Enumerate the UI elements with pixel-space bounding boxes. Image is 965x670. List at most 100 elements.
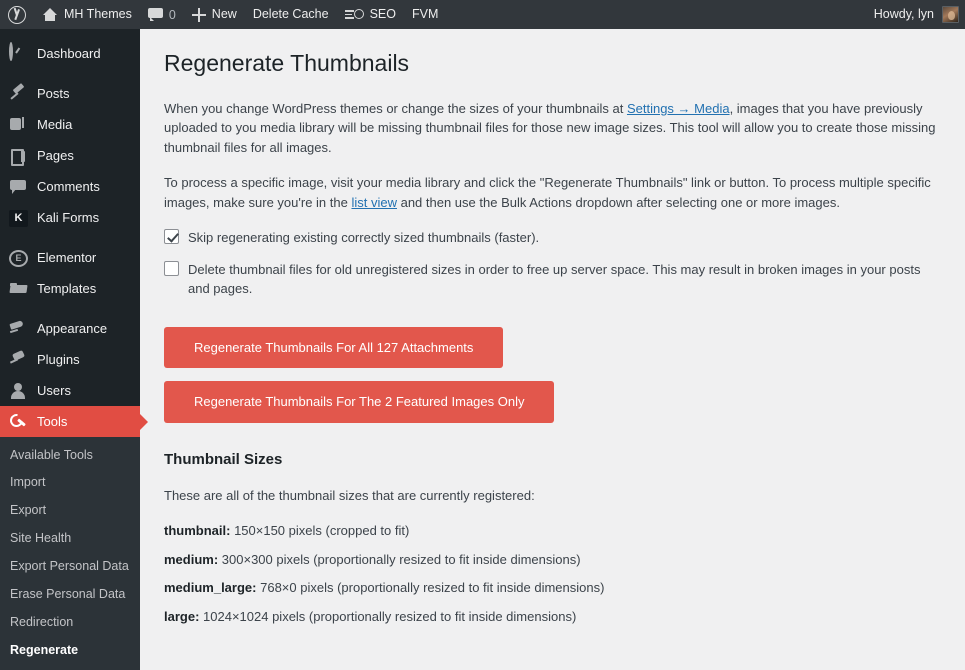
sidebar-item-templates[interactable]: Templates: [0, 273, 140, 304]
elementor-icon: E: [9, 249, 28, 267]
sidebar-item-pages[interactable]: Pages: [0, 140, 140, 171]
size-name: large:: [164, 608, 200, 624]
delete-old-option-row[interactable]: Delete thumbnail files for old unregiste…: [164, 260, 943, 299]
action-buttons: Regenerate Thumbnails For All 127 Attach…: [164, 311, 943, 424]
skip-existing-option-row[interactable]: Skip regenerating existing correctly siz…: [164, 228, 943, 248]
delete-old-label: Delete thumbnail files for old unregiste…: [188, 261, 921, 297]
instructions-text-2: and then use the Bulk Actions dropdown a…: [396, 194, 840, 210]
pin-icon: [9, 84, 28, 103]
kali-forms-icon: K: [9, 209, 28, 227]
delete-cache-button[interactable]: Delete Cache: [245, 0, 337, 29]
submenu-item-available-tools[interactable]: Available Tools: [0, 441, 140, 469]
submenu-item-site-health[interactable]: Site Health: [0, 525, 140, 553]
my-account-menu[interactable]: Howdy, lyn: [866, 0, 965, 29]
fvm-label: FVM: [411, 7, 439, 21]
site-name-label: MH Themes: [64, 7, 132, 21]
plugins-icon: [9, 350, 28, 369]
tools-submenu: Available Tools Import Export Site Healt…: [0, 437, 140, 670]
skip-existing-label: Skip regenerating existing correctly siz…: [188, 230, 540, 246]
sidebar-item-label: Templates: [37, 281, 97, 296]
wp-logo-menu[interactable]: [0, 0, 34, 29]
fvm-menu[interactable]: FVM: [404, 0, 446, 29]
comment-icon: [9, 177, 28, 196]
sidebar-item-elementor[interactable]: E Elementor: [0, 242, 140, 273]
sidebar-item-label: Users: [37, 383, 71, 398]
appearance-icon: [9, 319, 28, 338]
pages-icon: [9, 146, 28, 166]
skip-existing-checkbox[interactable]: [164, 229, 179, 245]
sidebar-item-dashboard[interactable]: Dashboard: [0, 38, 140, 69]
sidebar-item-media[interactable]: Media: [0, 109, 140, 140]
thumbnail-sizes-description: These are all of the thumbnail sizes tha…: [164, 487, 535, 503]
sidebar-item-users[interactable]: Users: [0, 375, 140, 406]
menu-spacer-top: [0, 29, 140, 38]
submenu-item-redirection[interactable]: Redirection: [0, 608, 140, 636]
sidebar-item-comments[interactable]: Comments: [0, 171, 140, 202]
thumbnail-size-row: medium_large: 768×0 pixels (proportional…: [164, 578, 943, 598]
seo-label: SEO: [369, 7, 396, 21]
site-name-menu[interactable]: MH Themes: [34, 0, 140, 29]
home-icon: [42, 7, 58, 22]
users-icon: [9, 381, 28, 400]
avatar: [942, 6, 959, 23]
size-detail: 768×0 pixels (proportionally resized to …: [260, 580, 605, 596]
menu-separator-1: [0, 69, 140, 78]
regenerate-all-button[interactable]: Regenerate Thumbnails For All 127 Attach…: [164, 326, 504, 369]
sidebar-item-label: Appearance: [37, 321, 108, 336]
templates-icon: [9, 279, 28, 298]
submenu-item-import[interactable]: Import: [0, 469, 140, 497]
admin-sidebar: Dashboard Posts Media Pages Comments K K…: [0, 29, 148, 670]
sidebar-item-appearance[interactable]: Appearance: [0, 313, 140, 344]
plus-icon: [191, 8, 206, 22]
sidebar-item-plugins[interactable]: Plugins: [0, 344, 140, 375]
sidebar-item-label: Tools: [37, 414, 68, 429]
delete-old-checkbox[interactable]: [164, 260, 179, 276]
sidebar-item-posts[interactable]: Posts: [0, 78, 140, 109]
sidebar-item-kali-forms[interactable]: K Kali Forms: [0, 202, 140, 233]
thumbnail-sizes-list: thumbnail: 150×150 pixels (cropped to fi…: [164, 521, 943, 634]
sidebar-item-label: Pages: [37, 148, 74, 163]
size-name: thumbnail:: [164, 523, 231, 539]
page-title: Regenerate Thumbnails: [164, 50, 410, 76]
instructions-paragraph: To process a specific image, visit your …: [164, 173, 943, 212]
sidebar-item-label: Elementor: [37, 250, 97, 265]
sidebar-item-label: Media: [37, 117, 73, 132]
delete-cache-label: Delete Cache: [252, 7, 329, 21]
howdy-label: Howdy, lyn: [873, 7, 934, 21]
submenu-item-export[interactable]: Export: [0, 497, 140, 525]
main-content: Regenerate Thumbnails When you change Wo…: [140, 29, 965, 634]
thumbnail-sizes-heading: Thumbnail Sizes: [164, 451, 283, 469]
submenu-item-erase-personal-data[interactable]: Erase Personal Data: [0, 580, 140, 608]
dashboard-icon: [9, 42, 28, 63]
sidebar-item-label: Posts: [37, 86, 70, 101]
comments-menu[interactable]: 0: [140, 0, 184, 29]
sidebar-item-tools[interactable]: Tools: [0, 406, 148, 437]
new-label: New: [211, 7, 237, 21]
size-detail: 1024×1024 pixels (proportionally resized…: [203, 608, 577, 624]
comment-bubble-icon: [147, 8, 163, 21]
thumbnail-size-row: thumbnail: 150×150 pixels (cropped to fi…: [164, 521, 943, 541]
comments-count: 0: [168, 7, 176, 22]
size-name: medium_large:: [164, 580, 257, 596]
sidebar-item-label: Comments: [37, 179, 100, 194]
submenu-item-regenerate[interactable]: Regenerate: [0, 636, 140, 664]
admin-bar: MH Themes 0 New Delete Cache SEO FVM How…: [0, 0, 965, 29]
regenerate-featured-button[interactable]: Regenerate Thumbnails For The 2 Featured…: [164, 381, 555, 424]
seo-menu[interactable]: SEO: [337, 0, 404, 29]
intro-paragraph: When you change WordPress themes or chan…: [164, 99, 943, 158]
size-detail: 300×300 pixels (proportionally resized t…: [221, 551, 581, 567]
sidebar-item-label: Dashboard: [37, 46, 101, 61]
settings-media-link[interactable]: Settings → Media: [627, 101, 730, 116]
new-content-menu[interactable]: New: [184, 0, 245, 29]
seo-icon: [344, 8, 364, 21]
sidebar-item-label: Plugins: [37, 352, 80, 367]
size-name: medium:: [164, 551, 219, 567]
menu-separator-3: [0, 304, 140, 313]
media-icon: [9, 115, 28, 134]
tools-icon: [9, 412, 28, 431]
list-view-link[interactable]: list view: [351, 195, 397, 210]
intro-text-1: When you change WordPress themes or chan…: [164, 100, 627, 116]
size-detail: 150×150 pixels (cropped to fit): [234, 523, 410, 539]
thumbnail-size-row: large: 1024×1024 pixels (proportionally …: [164, 607, 943, 627]
submenu-item-export-personal-data[interactable]: Export Personal Data: [0, 553, 140, 581]
